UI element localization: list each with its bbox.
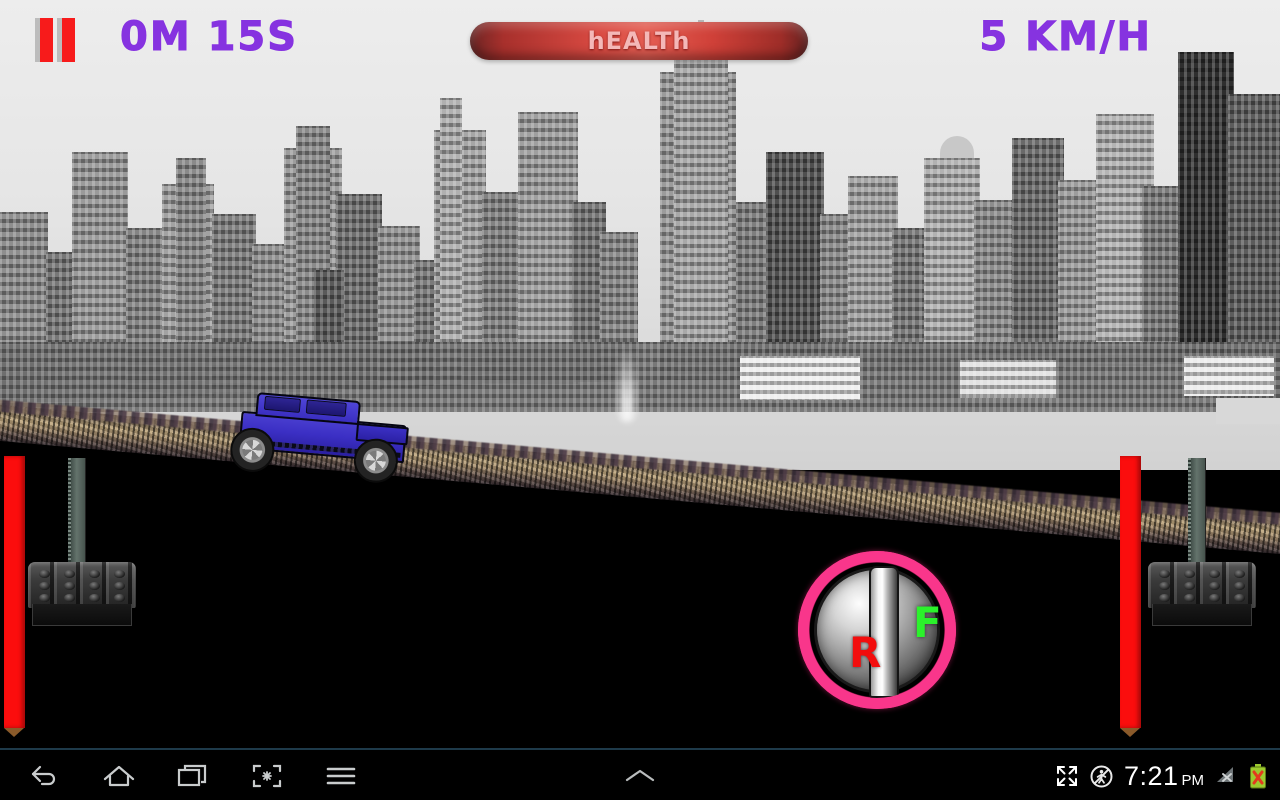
pedal-arm [68,458,86,568]
pause-icon [40,18,53,62]
game-screen: 0M 15S hEALTh 5 KM/H R F 7:21 PM [0,0,1280,800]
brake-pedal[interactable] [28,458,136,626]
game-viewport[interactable]: 0M 15S hEALTh 5 KM/H R F [0,0,1280,748]
pause-button[interactable] [34,18,80,64]
accelerator-indicator-bar[interactable] [1120,456,1141,737]
screenshot-icon[interactable] [230,750,304,800]
gas-pedal[interactable] [1148,458,1256,626]
menu-icon[interactable] [304,750,378,800]
android-navigation-bar: 7:21 PM [0,748,1280,800]
status-tray[interactable]: 7:21 PM [1055,750,1272,800]
clock-time: 7:21 [1123,760,1179,791]
chevron-up-icon[interactable] [603,750,677,800]
pedal-base [1152,604,1252,626]
health-meter: hEALTh [470,22,808,60]
back-icon[interactable] [8,750,82,800]
clock[interactable]: 7:21 PM [1124,761,1204,792]
speed-display: 5 KM/H [979,14,1152,61]
fullscreen-icon[interactable] [1055,764,1079,788]
no-signal-icon[interactable] [1214,765,1238,787]
vehicle-window-front [263,395,301,413]
pedal-arm [1188,458,1206,568]
pedal-base [32,604,132,626]
recent-apps-icon[interactable] [156,750,230,800]
player-vehicle [228,388,417,485]
home-icon[interactable] [82,750,156,800]
brake-indicator-bar[interactable] [4,456,25,737]
timer-display: 0M 15S [119,14,299,61]
pedal-studs [33,568,131,604]
clock-ampm: PM [1181,771,1205,789]
silent-mode-icon[interactable] [1089,764,1114,789]
health-label: hEALTh [587,27,691,55]
gear-shifter[interactable]: R F [798,551,956,709]
battery-error-icon[interactable] [1248,763,1268,789]
pedal-studs [1153,568,1251,604]
gear-ring [798,551,956,709]
pause-icon-bar-2 [62,18,75,62]
